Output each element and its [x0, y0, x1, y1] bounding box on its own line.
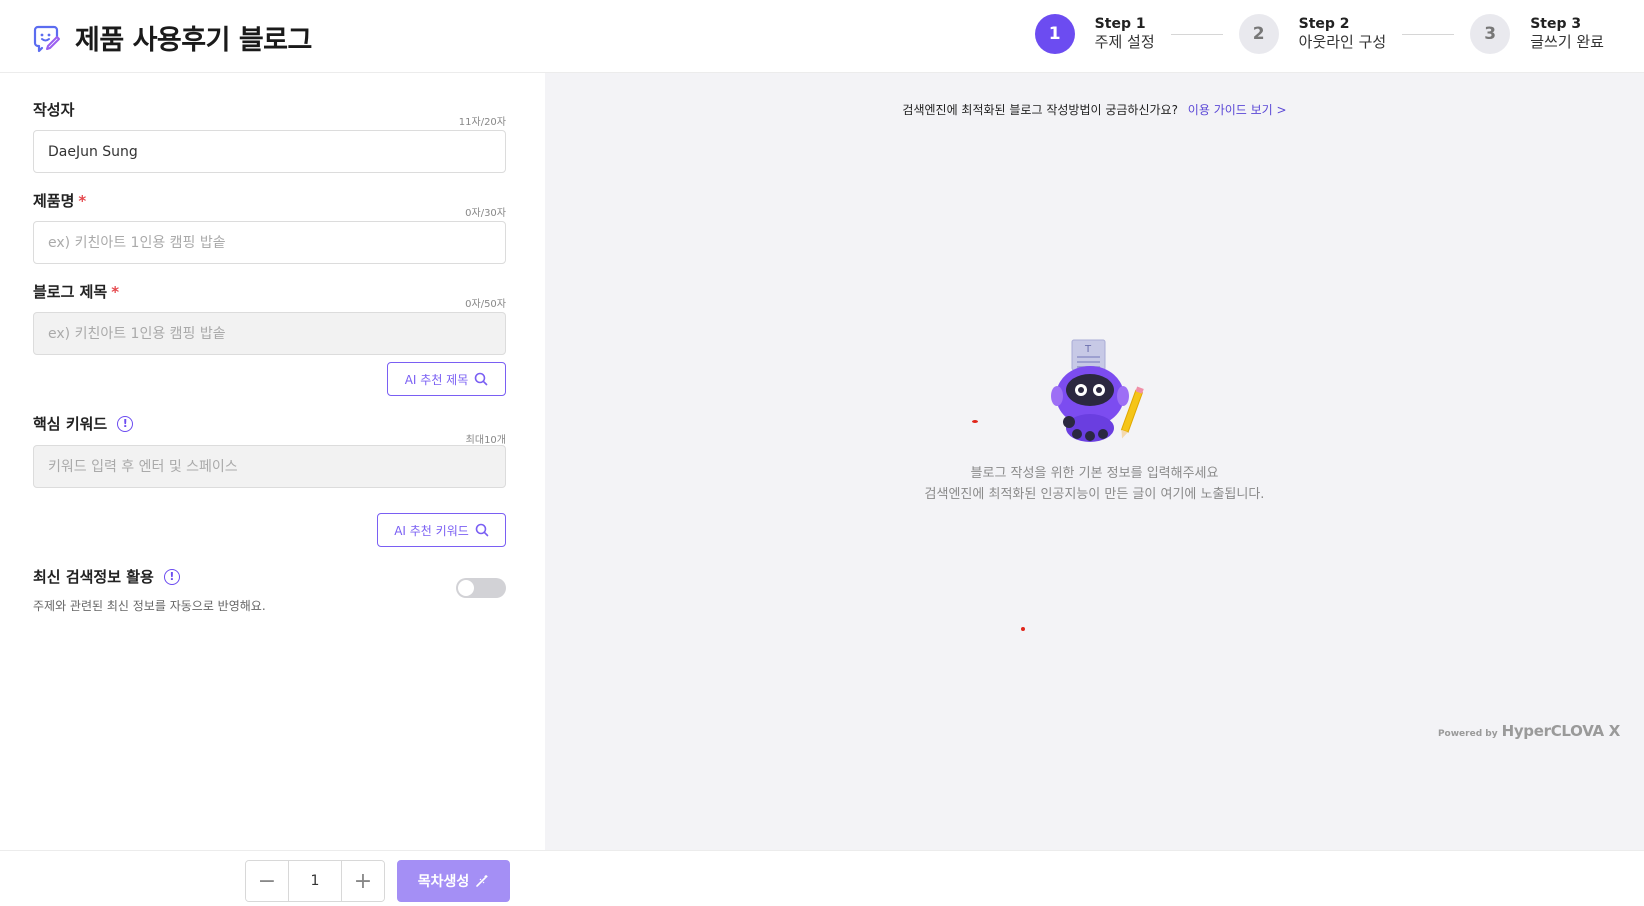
quantity-stepper: − 1 + [245, 860, 385, 902]
marker-dot [1021, 627, 1025, 631]
quantity-value: 1 [288, 861, 342, 901]
blog-title-label: 블로그 제목 [33, 283, 108, 301]
svg-text:T: T [1084, 344, 1092, 355]
required-mark: * [78, 191, 87, 210]
latest-search-description: 주제와 관련된 최신 정보를 자동으로 반영해요. [33, 599, 266, 613]
brand: 제품 사용후기 블로그 [33, 18, 312, 57]
step-3-name: 글쓰기 완료 [1530, 33, 1604, 52]
chat-edit-icon [33, 25, 60, 52]
author-label: 작성자 [33, 101, 75, 119]
product-field: 제품명 * 0자/30자 [33, 190, 506, 264]
latest-search-field: 최신 검색정보 활용 ! 주제와 관련된 최신 정보를 자동으로 반영해요. [33, 566, 506, 614]
search-icon [474, 372, 488, 386]
step-1-label: Step 1 [1094, 16, 1146, 33]
step-2-label: Step 2 [1298, 16, 1350, 33]
ai-recommend-title-label: AI 추천 제목 [404, 372, 469, 387]
step-3-number: 3 [1470, 14, 1511, 54]
keywords-input[interactable] [33, 445, 506, 488]
ai-recommend-keyword-button[interactable]: AI 추천 키워드 [377, 513, 506, 547]
step-3-label: Step 3 [1530, 16, 1582, 33]
author-field: 작성자 11자/20자 [33, 99, 506, 173]
blog-title-field: 블로그 제목 * 0자/50자 [33, 281, 506, 355]
latest-search-label: 최신 검색정보 활용 [33, 568, 154, 586]
step-1-name: 주제 설정 [1094, 33, 1155, 52]
blog-title-counter: 0자/50자 [465, 299, 506, 310]
decrement-button[interactable]: − [246, 861, 288, 901]
toggle-knob [458, 580, 474, 596]
step-2: 2 Step 2 아웃라인 구성 [1238, 14, 1387, 54]
generate-outline-label: 목차생성 [417, 874, 470, 890]
guide-text: 검색엔진에 최적화된 블로그 작성방법이 궁금하신가요? [902, 103, 1178, 117]
info-icon[interactable]: ! [163, 568, 180, 585]
product-input[interactable] [33, 221, 506, 264]
latest-search-toggle[interactable] [456, 578, 506, 598]
keywords-field: 핵심 키워드 ! 최대10개 [33, 413, 506, 488]
ai-recommend-title-button[interactable]: AI 추천 제목 [387, 362, 506, 396]
step-1: 1 Step 1 주제 설정 [1034, 14, 1155, 54]
author-counter: 11자/20자 [458, 117, 506, 128]
step-2-name: 아웃라인 구성 [1298, 33, 1387, 52]
step-divider [1402, 33, 1455, 35]
product-label: 제품명 [33, 192, 75, 210]
powered-by-label: Powered by [1437, 729, 1498, 739]
preview-panel: 검색엔진에 최적화된 블로그 작성방법이 궁금하신가요? 이용 가이드 보기 >… [545, 73, 1644, 850]
hyperclova-logo: HyperCLOVA X [1501, 722, 1621, 740]
powered-by: Powered by HyperCLOVA X [1438, 722, 1620, 740]
required-mark: * [111, 282, 120, 301]
step-divider [1170, 33, 1223, 35]
generate-outline-button[interactable]: 목차생성 [397, 860, 510, 902]
robot-writer-illustration: T [1051, 339, 1144, 442]
blog-title-input[interactable] [33, 312, 506, 355]
author-input[interactable] [33, 130, 506, 173]
empty-state-line-2: 검색엔진에 최적화된 인공지능이 만든 글이 여기에 노출됩니다. [924, 487, 1265, 502]
usage-guide-link[interactable]: 이용 가이드 보기 > [1188, 103, 1287, 117]
increment-button[interactable]: + [342, 861, 384, 901]
empty-state-message: 블로그 작성을 위한 기본 정보를 입력해주세요 검색엔진에 최적화된 인공지능… [545, 463, 1644, 505]
magic-wand-icon [476, 875, 488, 887]
form-panel: 작성자 11자/20자 제품명 * 0자/30자 블로그 제목 * 0자/50자… [0, 73, 545, 850]
keywords-label: 핵심 키워드 [33, 415, 108, 433]
product-counter: 0자/30자 [465, 208, 506, 219]
search-icon [475, 523, 489, 537]
step-2-number: 2 [1238, 14, 1279, 54]
guide-banner: 검색엔진에 최적화된 블로그 작성방법이 궁금하신가요? 이용 가이드 보기 > [545, 101, 1644, 118]
keywords-counter: 최대10개 [465, 435, 506, 446]
header: 제품 사용후기 블로그 1 Step 1 주제 설정 2 Step 2 아웃라인… [0, 0, 1644, 73]
step-3: 3 Step 3 글쓰기 완료 [1470, 14, 1604, 54]
progress-stepper: 1 Step 1 주제 설정 2 Step 2 아웃라인 구성 3 Step 3… [1034, 14, 1604, 54]
bottom-action-bar: − 1 + 목차생성 [0, 850, 1644, 906]
empty-state-line-1: 블로그 작성을 위한 기본 정보를 입력해주세요 [970, 466, 1219, 481]
info-icon[interactable]: ! [117, 415, 134, 432]
page-title: 제품 사용후기 블로그 [75, 25, 312, 56]
step-1-number: 1 [1034, 14, 1075, 54]
marker-dot [972, 420, 978, 423]
ai-recommend-keyword-label: AI 추천 키워드 [394, 523, 469, 538]
